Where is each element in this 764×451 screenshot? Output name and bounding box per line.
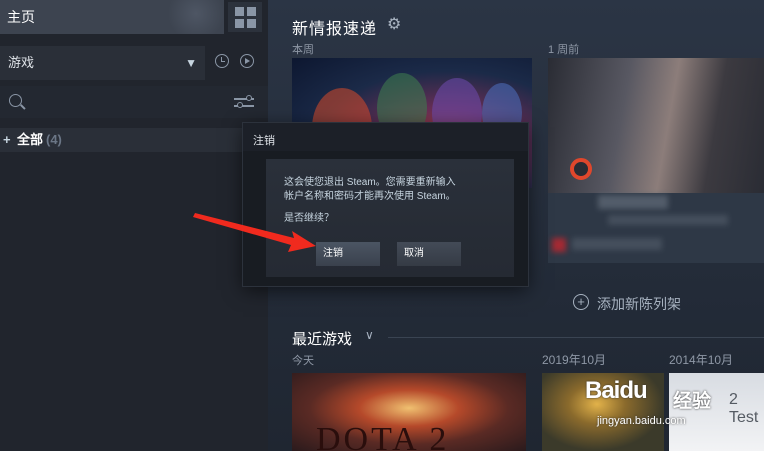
news-period-current: 本周 (292, 44, 314, 56)
search-icon (9, 94, 22, 107)
section-divider (388, 337, 764, 338)
expand-plus-icon[interactable]: + (3, 128, 11, 152)
cancel-button[interactable]: 取消 (397, 242, 461, 266)
news-card-caption[interactable] (548, 193, 764, 263)
gear-icon[interactable]: ⚙ (387, 14, 401, 34)
recent-group-label: 今天 (292, 355, 314, 367)
library-filter-select[interactable]: 游戏 ▼ (0, 46, 205, 80)
watermark-url: jingyan.baidu.com (597, 415, 686, 427)
dialog-title: 注销 (253, 135, 275, 147)
game-tile-dota2[interactable]: DOTA 2 (292, 373, 526, 451)
play-filter-icon[interactable] (240, 54, 254, 68)
watermark-suffix: 经验 (673, 391, 712, 412)
dota-logo-icon (570, 158, 592, 180)
baidu-watermark: Baidu 经验 jingyan.baidu.com (585, 372, 764, 432)
chevron-down-icon: ▼ (185, 56, 197, 70)
dialog-message: 这会使您退出 Steam。您需要重新输入 (284, 177, 456, 188)
chevron-down-icon[interactable]: ∨ (365, 328, 374, 342)
library-search-bar[interactable] (0, 86, 268, 118)
add-circle-icon[interactable]: + (573, 294, 589, 310)
advanced-filter-icon[interactable] (234, 95, 254, 109)
annotation-arrow-shape (193, 213, 316, 252)
library-filter-value: 游戏 (8, 55, 35, 70)
library-filter-row: 游戏 ▼ (0, 46, 268, 80)
news-section-title: 新情报速递 (292, 21, 378, 38)
annotation-arrow (193, 213, 316, 252)
recent-games-title[interactable]: 最近游戏 (292, 328, 352, 349)
watermark-logo: Baidu (585, 377, 648, 404)
recent-history-icon[interactable] (215, 54, 229, 68)
recent-group-label: 2014年10月 (669, 353, 734, 367)
news-card-image[interactable] (548, 58, 764, 193)
news-period-previous: 1 周前 (548, 44, 580, 56)
home-tab-label: 主页 (7, 9, 35, 25)
dialog-message: 帐户名称和密码才能再次使用 Steam。 (284, 191, 456, 202)
game-tile-art-text: DOTA 2 (316, 421, 450, 451)
library-all-games-row[interactable]: + 全部 (4) (0, 128, 268, 152)
recent-group-label: 2019年10月 (542, 353, 607, 367)
all-games-label: 全部 (17, 132, 44, 147)
confirm-logout-button[interactable]: 注销 (316, 242, 380, 266)
grid-view-icon[interactable] (228, 2, 262, 32)
dialog-titlebar[interactable]: 注销 (243, 123, 528, 151)
add-shelf-button[interactable]: 添加新陈列架 (597, 294, 681, 314)
home-tab[interactable]: 主页 (0, 0, 224, 34)
all-games-count: (4) (46, 132, 62, 147)
